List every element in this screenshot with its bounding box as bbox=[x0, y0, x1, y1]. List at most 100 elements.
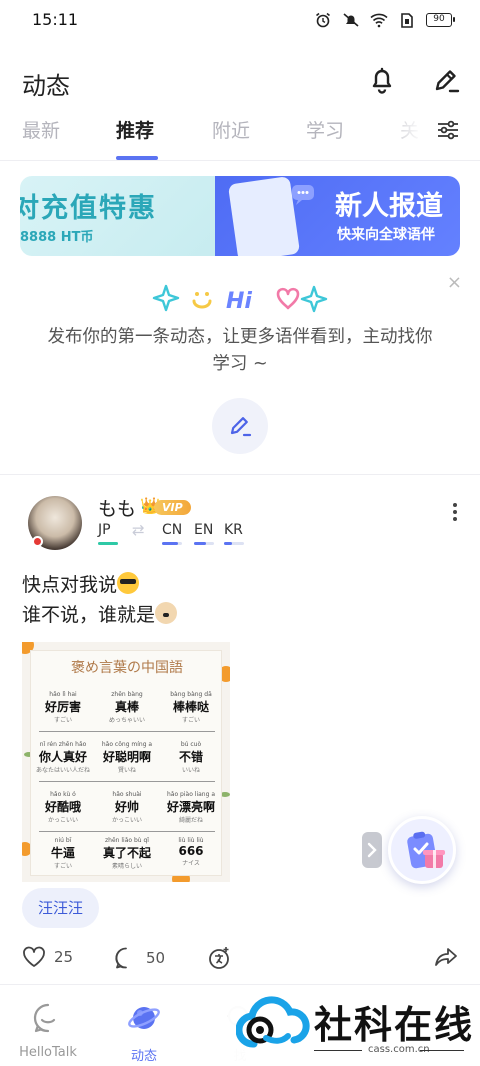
translate-icon bbox=[209, 947, 229, 969]
filter-settings-icon[interactable] bbox=[436, 118, 460, 142]
phrase: 真棒 bbox=[114, 700, 139, 714]
nav-moments[interactable]: 动态 bbox=[104, 1001, 184, 1064]
nav-hellotalk[interactable]: HelloTalk bbox=[8, 1001, 88, 1060]
meaning: 素晴らしい bbox=[111, 863, 142, 870]
watermark-logo-icon bbox=[236, 996, 310, 1048]
sunglasses-emoji-icon bbox=[117, 572, 140, 594]
phrase-cell: bàng bàng dā 棒棒哒すごい bbox=[159, 691, 223, 724]
phrase-cell: niú bī 牛逼 すごい bbox=[31, 837, 95, 870]
edit-icon bbox=[230, 417, 252, 437]
post-line-2: 谁不说，谁就是 bbox=[22, 604, 156, 626]
phrase: 不错 bbox=[178, 750, 203, 764]
banner-right-title: 新人报道 bbox=[335, 191, 443, 222]
comment-count: 50 bbox=[146, 949, 166, 967]
divider bbox=[39, 781, 215, 782]
divider bbox=[314, 1050, 362, 1051]
banner-slide-recharge[interactable]: 对充值特惠 8888 HT币 bbox=[20, 176, 215, 256]
nav-label: 动态 bbox=[130, 1049, 157, 1064]
phrase: 666 bbox=[178, 844, 204, 858]
phrase-cell: hǎo piào liang a 好漂亮啊 綺麗だね bbox=[159, 791, 223, 824]
phrase: 真了不起 bbox=[102, 846, 151, 860]
meaning: すごい bbox=[181, 717, 200, 724]
phrase-cell: hǎo shuài 好帅 かっこいい bbox=[95, 791, 159, 824]
tab-recommended[interactable]: 推荐 bbox=[116, 116, 154, 143]
phrase: 好漂亮啊 bbox=[166, 800, 215, 814]
phrase-card-title: 褒め言葉の中国語 bbox=[71, 660, 183, 676]
phrase: 牛逼 bbox=[50, 846, 75, 860]
tab-learning[interactable]: 学习 bbox=[306, 116, 344, 143]
phrase: 好帅 bbox=[114, 800, 139, 814]
learning-level-bar bbox=[224, 542, 244, 545]
phrase-cell: nǐ rén zhēn hǎo 你人真好 あなたはいい人だね bbox=[31, 741, 95, 774]
pinyin: liù liù liù bbox=[178, 837, 204, 844]
phrase-cell: hǎo kù ó 好酷哦 かっこいい bbox=[31, 791, 95, 824]
native-language: JP bbox=[98, 522, 111, 538]
meaning: かっこいい bbox=[111, 817, 142, 824]
promo-text: 发布你的第一条动态，让更多语伴看到，主动找你学习 ~ bbox=[47, 327, 433, 374]
watermark: 社科在线 cass.com.cn bbox=[228, 986, 480, 1066]
bell-icon[interactable] bbox=[366, 64, 398, 96]
tab-nearby[interactable]: 附近 bbox=[212, 116, 250, 143]
post-image[interactable]: 褒め言葉の中国語 hǎo lì hai 好厉害 すごい zhēn bàng 真棒 めっち… bbox=[22, 642, 230, 882]
learning-level-bar bbox=[162, 542, 182, 545]
meaning: 賢いね bbox=[117, 767, 136, 774]
promo-banner[interactable]: 对充值特惠 8888 HT币 新人报道 快来向全球语伴 bbox=[20, 176, 460, 256]
topic-tag[interactable]: 汪汪汪 bbox=[22, 888, 100, 928]
banner-slide-newcomer[interactable]: 新人报道 快来向全球语伴 bbox=[215, 176, 460, 256]
phrase: 棒棒哒 bbox=[172, 700, 209, 714]
translate-button[interactable] bbox=[208, 946, 232, 970]
phone-illustration bbox=[227, 176, 301, 256]
planet-icon bbox=[128, 1007, 160, 1029]
nav-label: HelloTalk bbox=[19, 1045, 77, 1060]
username[interactable]: もも bbox=[98, 494, 136, 521]
meaning: めっちゃいい bbox=[108, 717, 145, 724]
battery-indicator: 90 bbox=[426, 13, 455, 27]
status-bar: 15:11 90 bbox=[0, 0, 480, 40]
like-button[interactable]: 25 bbox=[22, 946, 73, 968]
pinyin: hǎo lì hai bbox=[49, 691, 77, 698]
divider bbox=[39, 831, 215, 832]
comment-icon bbox=[115, 947, 127, 969]
divider bbox=[39, 731, 215, 732]
pinyin: nǐ rén zhēn hǎo bbox=[39, 741, 87, 748]
phrase-cell: liù liù liù 666 ナイス bbox=[159, 837, 223, 867]
tab-fade bbox=[380, 110, 440, 150]
meaning: いいね bbox=[181, 767, 200, 774]
pinyin: hǎo piào liang a bbox=[167, 791, 215, 798]
share-icon bbox=[435, 948, 457, 966]
native-level-bar bbox=[98, 542, 118, 545]
mute-icon bbox=[343, 13, 359, 27]
tab-latest[interactable]: 最新 bbox=[22, 116, 60, 143]
share-button[interactable] bbox=[434, 946, 458, 968]
pinyin: hǎo cōng míng a bbox=[101, 741, 153, 748]
chat-bubble-icon bbox=[292, 185, 314, 205]
chevron-right-icon bbox=[367, 842, 377, 858]
phrase: 好厉害 bbox=[44, 700, 81, 714]
divider bbox=[0, 474, 480, 475]
task-reward-button[interactable] bbox=[388, 816, 456, 884]
first-post-prompt: × Hi 发布你的第一条动态，让更多语伴看到，主动找你学习 ~ bbox=[0, 270, 480, 470]
learning-level-bar bbox=[194, 542, 214, 545]
phrase: 好酷哦 bbox=[44, 800, 81, 814]
vip-badge: VIP bbox=[154, 500, 191, 515]
phrase-card: 褒め言葉の中国語 hǎo lì hai 好厉害 すごい zhēn bàng 真棒 めっち… bbox=[30, 650, 222, 876]
collapse-float-button[interactable] bbox=[362, 832, 382, 868]
status-time: 15:11 bbox=[32, 10, 79, 29]
pinyin: zhēn liǎo bù qǐ bbox=[105, 837, 149, 844]
online-status-dot bbox=[32, 536, 43, 547]
pinyin: bàng bàng dā bbox=[170, 691, 212, 698]
compose-icon[interactable] bbox=[430, 64, 462, 96]
compose-first-post-button[interactable] bbox=[212, 398, 268, 454]
more-options-icon[interactable] bbox=[452, 502, 458, 522]
pinyin: niú bī bbox=[54, 837, 72, 844]
dog-emoji-icon bbox=[155, 602, 178, 624]
comment-button[interactable]: 50 bbox=[114, 946, 165, 970]
sim-icon bbox=[401, 13, 413, 28]
chat-icon bbox=[33, 1003, 56, 1033]
close-icon[interactable]: × bbox=[447, 272, 462, 293]
meaning: かっこいい bbox=[47, 817, 78, 824]
phrase-cell: hǎo lì hai 好厉害 すごい bbox=[31, 691, 95, 724]
learning-language: CN bbox=[162, 522, 183, 538]
learning-language: KR bbox=[224, 522, 243, 538]
post-actions: 25 50 bbox=[0, 944, 480, 974]
